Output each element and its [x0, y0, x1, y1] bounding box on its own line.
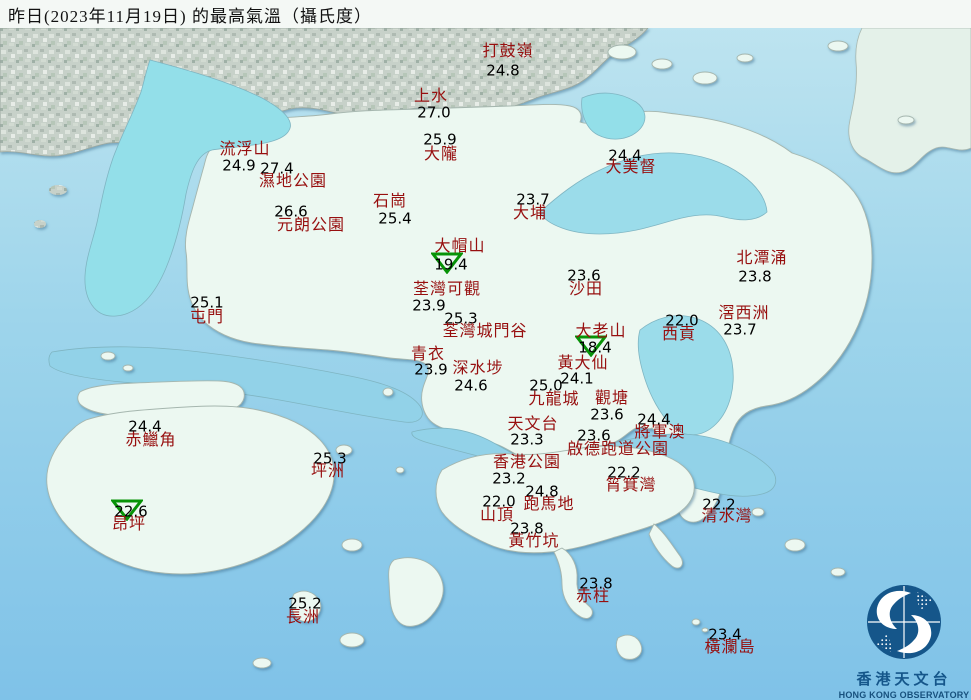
station-name: 長洲	[285, 609, 321, 626]
station-value: 25.4	[378, 209, 412, 228]
station-name: 筲箕灣	[605, 477, 657, 494]
station-name: 赤柱	[575, 588, 611, 605]
station-value: 23.7	[723, 320, 757, 339]
station-name: 荃灣城門谷	[442, 323, 528, 340]
station-name: 流浮山	[219, 141, 271, 158]
hko-logo-english-name: HONG KONG OBSERVATORY	[838, 690, 970, 700]
station-name: 大美督	[605, 159, 657, 176]
station-value: 24.1	[560, 369, 594, 388]
stations-layer: 24.8 打鼓嶺 27.0 上水 25.9 大隴 24.9 流浮山 27.4 濕地公園 26.6 元朗…	[0, 0, 971, 700]
station-value: 23.8	[738, 267, 772, 286]
station-name: 石崗	[372, 193, 408, 210]
station-name: 深水埗	[452, 360, 504, 377]
station-value: 24.6	[454, 376, 488, 395]
station-name: 屯門	[189, 309, 225, 326]
station-value: 27.0	[417, 103, 451, 122]
station-name: 黃竹坑	[508, 533, 560, 550]
station-name: 九龍城	[528, 391, 580, 408]
station-value: 24.8	[486, 61, 520, 80]
station-name: 大隴	[423, 146, 459, 163]
station-name: 坪洲	[310, 463, 346, 480]
station-name: 黃大仙	[557, 355, 609, 372]
station-name: 山頂	[479, 507, 515, 524]
station-name: 將軍澳	[634, 424, 686, 441]
station-value: 23.9	[412, 296, 446, 315]
hko-logo-icon	[867, 585, 941, 659]
station-value: 23.3	[510, 430, 544, 449]
station-name: 橫瀾島	[704, 639, 756, 656]
station-name: 啟德跑道公園	[566, 441, 670, 458]
hko-logo-chinese-name: 香港天文台	[856, 672, 952, 688]
station-name: 打鼓嶺	[482, 43, 534, 60]
station-name: 荃灣可觀	[412, 281, 482, 298]
title-bar: 昨日(2023年11月19日) 的最高氣溫（攝氏度）	[0, 0, 971, 28]
station-name: 觀塘	[594, 390, 630, 407]
station-name: 西貢	[661, 326, 697, 343]
station-name: 沙田	[568, 281, 604, 298]
station-name: 大老山	[575, 323, 627, 340]
station-name: 香港公園	[492, 454, 562, 471]
station-value: 24.9	[222, 156, 256, 175]
map-title: 昨日(2023年11月19日) 的最高氣溫（攝氏度）	[8, 6, 372, 26]
station-name: 清水灣	[701, 508, 753, 525]
station-name: 赤鱲角	[125, 432, 177, 449]
station-name: 天文台	[507, 416, 559, 433]
station-name: 昂坪	[111, 516, 147, 533]
station-name: 跑馬地	[523, 496, 575, 513]
station-name: 北潭涌	[736, 250, 788, 267]
station-value: 23.9	[414, 360, 448, 379]
weather-map-page: 24.8 打鼓嶺 27.0 上水 25.9 大隴 24.9 流浮山 27.4 濕地公園 26.6 元朗…	[0, 0, 971, 700]
station-name: 濕地公園	[258, 173, 328, 190]
station-name: 上水	[413, 88, 449, 105]
station-name: 青衣	[410, 346, 446, 363]
hko-logo: 香港天文台 HONG KONG OBSERVATORY	[836, 583, 971, 700]
station-name: 元朗公園	[276, 217, 346, 234]
station-name: 大帽山	[434, 238, 486, 255]
station-name: 滘西洲	[718, 305, 770, 322]
station-name: 大埔	[512, 205, 548, 222]
station-value: 23.2	[492, 469, 526, 488]
station-value: 19.4	[434, 255, 468, 274]
station-value: 23.6	[590, 405, 624, 424]
station-value: 18.4	[578, 338, 612, 357]
